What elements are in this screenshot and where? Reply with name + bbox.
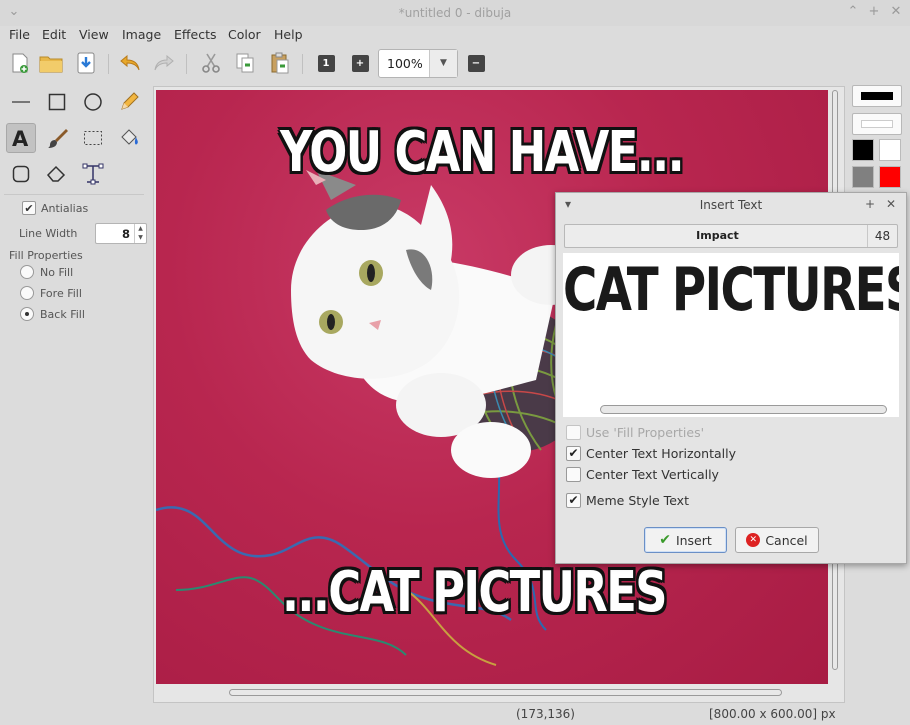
menu-color[interactable]: Color xyxy=(228,27,261,42)
rounded-rect-icon[interactable] xyxy=(6,159,36,189)
close-icon[interactable]: ✕ xyxy=(888,4,904,20)
center-horizontally-checkbox[interactable]: ✔ xyxy=(566,446,581,461)
svg-text:A: A xyxy=(12,127,29,149)
image-size: [800.00 x 600.00] px xyxy=(709,707,836,721)
line-width-spinner[interactable]: 8 ▲ ▼ xyxy=(95,223,147,244)
center-vertically-checkbox[interactable] xyxy=(566,467,581,482)
horizontal-scrollbar[interactable] xyxy=(156,686,828,698)
dialog-title-bar: ▾ Insert Text + ✕ xyxy=(556,193,906,217)
close-icon[interactable]: ✕ xyxy=(886,197,896,211)
zoom-out-button[interactable]: − xyxy=(464,51,488,75)
antialias-label: Antialias xyxy=(41,202,89,215)
tool-panel: A ✔ Antialias Line Width 8 ▲ ▼ Fill Prope… xyxy=(0,82,150,702)
swatch-gray[interactable] xyxy=(852,166,874,188)
radio-back-fill[interactable] xyxy=(20,307,34,321)
zoom-in-button[interactable]: + xyxy=(348,51,372,75)
menu-effects[interactable]: Effects xyxy=(174,27,217,42)
use-fill-properties-label: Use 'Fill Properties' xyxy=(586,425,705,440)
status-bar: (173,136) [800.00 x 600.00] px xyxy=(0,703,910,725)
font-selector-button[interactable]: Impact 48 xyxy=(564,224,898,248)
new-file-icon[interactable] xyxy=(8,51,32,75)
maximize-icon[interactable]: + xyxy=(865,197,875,211)
insert-text-dialog: ▾ Insert Text + ✕ Impact 48 CAT PICTURES… xyxy=(555,192,907,564)
no-fill-label: No Fill xyxy=(40,266,74,279)
center-vertically-label: Center Text Vertically xyxy=(586,467,719,482)
brush-icon[interactable] xyxy=(42,123,72,153)
pencil-icon[interactable] xyxy=(114,87,144,117)
menu-edit[interactable]: Edit xyxy=(42,27,66,42)
stroke-color-button[interactable] xyxy=(852,85,902,107)
scrollbar-thumb[interactable] xyxy=(229,689,782,696)
meme-style-label: Meme Style Text xyxy=(586,493,689,508)
meme-top-text: YOU CAN HAVE... xyxy=(280,120,685,185)
fill-bucket-icon[interactable] xyxy=(114,123,144,153)
swatch-red[interactable] xyxy=(879,166,901,188)
copy-icon[interactable] xyxy=(233,51,257,75)
rectangle-icon[interactable] xyxy=(42,87,72,117)
zoom-value[interactable]: 100% xyxy=(387,56,423,71)
meme-style-checkbox[interactable]: ✔ xyxy=(566,493,581,508)
font-size: 48 xyxy=(867,225,897,247)
menu-help[interactable]: Help xyxy=(274,27,303,42)
zoom-combobox[interactable]: 100% ▼ xyxy=(378,49,458,78)
swatch-white[interactable] xyxy=(879,139,901,161)
dialog-title: Insert Text xyxy=(699,198,763,212)
fill-color-button[interactable] xyxy=(852,113,902,135)
back-fill-label: Back Fill xyxy=(40,308,85,321)
chevron-up-icon[interactable]: ⌃ xyxy=(845,4,861,20)
preview-text: CAT PICTURES xyxy=(563,255,899,325)
zoom-actual-size-button[interactable]: 1 xyxy=(314,51,338,75)
fore-fill-label: Fore Fill xyxy=(40,287,82,300)
preview-scrollbar[interactable] xyxy=(563,403,899,417)
line-icon[interactable] xyxy=(6,87,36,117)
scrollbar-thumb[interactable] xyxy=(600,405,887,414)
menu-view[interactable]: View xyxy=(79,27,109,42)
text-preview-area[interactable]: CAT PICTURES xyxy=(563,253,899,417)
paste-icon[interactable] xyxy=(268,51,292,75)
fill-preview xyxy=(861,120,893,128)
center-horizontally-label: Center Text Horizontally xyxy=(586,446,736,461)
use-fill-properties-checkbox[interactable] xyxy=(566,425,581,440)
open-folder-icon[interactable] xyxy=(39,51,63,75)
insert-button[interactable]: ✔ Insert xyxy=(644,527,727,553)
cancel-button[interactable]: ✕ Cancel xyxy=(735,527,819,553)
cut-icon[interactable] xyxy=(199,51,223,75)
menu-file[interactable]: File xyxy=(9,27,30,42)
radio-no-fill[interactable] xyxy=(20,265,34,279)
font-name: Impact xyxy=(696,229,739,242)
eraser-icon[interactable] xyxy=(42,159,72,189)
radio-fore-fill[interactable] xyxy=(20,286,34,300)
title-bar: ⌄ *untitled 0 - dibuja ⌃ + ✕ xyxy=(0,0,910,26)
checkmark-icon: ✔ xyxy=(659,532,671,548)
line-width-value[interactable]: 8 xyxy=(122,227,130,241)
cursor-position: (173,136) xyxy=(516,707,575,721)
window-title: *untitled 0 - dibuja xyxy=(398,6,512,20)
spinner-arrows-icon[interactable]: ▲ ▼ xyxy=(134,224,146,243)
text-icon[interactable]: A xyxy=(6,123,36,153)
swatch-black[interactable] xyxy=(852,139,874,161)
fill-properties-label: Fill Properties xyxy=(9,249,83,262)
redo-icon[interactable] xyxy=(152,51,176,75)
save-download-icon[interactable] xyxy=(74,51,98,75)
undo-icon[interactable] xyxy=(118,51,142,75)
chevron-down-icon[interactable]: ▼ xyxy=(429,50,457,77)
maximize-icon[interactable]: + xyxy=(866,4,882,20)
meme-bottom-text: ...CAT PICTURES xyxy=(282,560,668,625)
menu-image[interactable]: Image xyxy=(122,27,161,42)
crop-transform-icon[interactable] xyxy=(78,159,108,189)
line-width-label: Line Width xyxy=(19,227,78,240)
cancel-icon: ✕ xyxy=(746,533,761,547)
ellipse-icon[interactable] xyxy=(78,87,108,117)
menu-bar: File Edit View Image Effects Color Help xyxy=(0,26,910,48)
stroke-preview xyxy=(861,92,893,100)
antialias-checkbox[interactable]: ✔ xyxy=(22,201,36,215)
selection-icon[interactable] xyxy=(78,123,108,153)
